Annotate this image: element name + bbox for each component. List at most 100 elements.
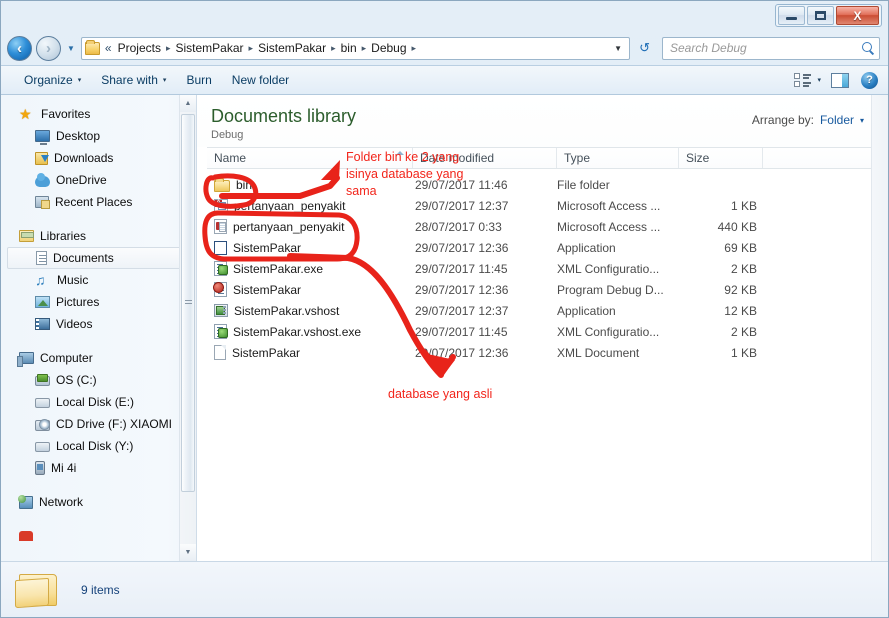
close-button[interactable]: X xyxy=(836,6,879,25)
address-dropdown-icon[interactable]: ▼ xyxy=(609,44,627,53)
sidebar-group-network[interactable]: Network xyxy=(1,491,196,513)
breadcrumb-separator-icon[interactable]: ▸ xyxy=(247,43,256,54)
sidebar-item-recent-places[interactable]: Recent Places xyxy=(1,191,196,213)
file-size-cell: 2 KB xyxy=(730,324,757,339)
refresh-icon[interactable]: ↺ xyxy=(634,40,655,56)
file-name-label: SistemPakar.vshost.exe xyxy=(233,324,362,339)
address-bar-row: ‹ › ▼ « Projects ▸ SistemPakar ▸ SistemP… xyxy=(1,31,888,65)
explorer-window: X ‹ › ▼ « Projects ▸ SistemPakar ▸ Siste… xyxy=(0,0,889,618)
minimize-button[interactable] xyxy=(778,6,805,25)
access-db-icon xyxy=(214,219,227,234)
sidebar-item-local-disk-e[interactable]: Local Disk (E:) xyxy=(1,391,196,413)
breadcrumb-overflow-icon[interactable]: « xyxy=(104,41,115,55)
chevron-down-icon: ▼ xyxy=(67,43,75,53)
sidebar-item-desktop[interactable]: Desktop xyxy=(1,125,196,147)
file-rows: bin 29/07/2017 11:46 File folder pertanyaan… xyxy=(197,169,878,561)
sidebar-item-cd-drive-f-xiaomi[interactable]: CD Drive (F:) XIAOMI xyxy=(1,413,196,435)
breadcrumb-debug[interactable]: Debug xyxy=(368,40,409,56)
sidebar-item-mi-4i[interactable]: Mi 4i xyxy=(1,457,196,479)
item-count-label: 9 items xyxy=(81,582,120,597)
sidebar-item-onedrive[interactable]: OneDrive xyxy=(1,169,196,191)
file-name-cell: pertanyaan_penyakit xyxy=(197,219,413,234)
arrange-by-value[interactable]: Folder xyxy=(820,113,854,127)
breadcrumb-separator-icon[interactable]: ▸ xyxy=(329,43,338,54)
sidebar-item-os-c[interactable]: OS (C:) xyxy=(1,369,196,391)
breadcrumb-projects[interactable]: Projects xyxy=(115,40,164,56)
sidebar-item-clipped[interactable] xyxy=(1,525,196,547)
change-view-icon[interactable] xyxy=(794,72,812,88)
phone-icon xyxy=(35,461,45,475)
breadcrumb-separator-icon[interactable]: ▸ xyxy=(164,43,173,54)
downloads-icon xyxy=(35,151,49,165)
table-row[interactable]: bin 29/07/2017 11:46 File folder xyxy=(197,174,878,195)
sidebar-item-music[interactable]: ♫ Music xyxy=(1,269,196,291)
search-input[interactable]: Search Debug xyxy=(662,36,880,60)
file-name-cell: pertanyaan_penyakit xyxy=(197,199,413,213)
maximize-button[interactable] xyxy=(807,6,834,25)
organize-button[interactable]: Organize ▾ xyxy=(15,69,90,91)
sidebar-item-pictures[interactable]: Pictures xyxy=(1,291,196,313)
scroll-up-arrow-icon[interactable]: ▲ xyxy=(180,95,196,112)
sidebar-item-label: OS (C:) xyxy=(56,373,97,387)
preview-pane-icon[interactable] xyxy=(831,72,849,88)
column-header-type[interactable]: Type xyxy=(557,148,679,168)
navpane-scrollbar[interactable]: ▲ ▼ xyxy=(179,95,196,561)
breadcrumb-bin[interactable]: bin xyxy=(338,40,360,56)
sidebar-item-videos[interactable]: Videos xyxy=(1,313,196,335)
new-folder-button[interactable]: New folder xyxy=(223,69,298,91)
file-size-cell: 1 KB xyxy=(730,345,757,360)
navpane-scroll-thumb[interactable] xyxy=(181,114,195,492)
table-row[interactable]: SistemPakar 29/07/2017 12:36 XML Document 1… xyxy=(197,342,878,363)
back-button[interactable]: ‹ xyxy=(7,35,32,61)
recent-pages-button[interactable]: ▼ xyxy=(65,44,77,53)
file-type-cell: Application xyxy=(557,303,616,318)
table-row[interactable]: pertanyaan_penyakit 28/07/2017 0:33 Micros… xyxy=(197,216,878,237)
burn-button[interactable]: Burn xyxy=(177,69,220,91)
chevron-down-icon[interactable]: ▾ xyxy=(860,116,864,125)
table-row[interactable]: SistemPakar.exe 29/07/2017 11:45 XML Confi… xyxy=(197,258,878,279)
folder-icon xyxy=(15,570,63,610)
table-row[interactable]: pertanyaan_penyakit 29/07/2017 12:37 Micro… xyxy=(197,195,878,216)
folder-icon xyxy=(84,39,100,55)
sidebar-group-computer[interactable]: Computer xyxy=(1,347,196,369)
breadcrumb-separator-icon[interactable]: ▸ xyxy=(360,43,369,54)
clipped-item-icon xyxy=(19,531,33,541)
table-row[interactable]: SistemPakar 29/07/2017 12:36 Application 69… xyxy=(197,237,878,258)
column-header-size[interactable]: Size xyxy=(679,148,763,168)
network-icon xyxy=(18,494,33,509)
help-icon[interactable]: ? xyxy=(861,71,878,89)
scroll-down-arrow-icon[interactable]: ▼ xyxy=(180,544,196,561)
organize-label: Organize xyxy=(24,73,73,87)
address-breadcrumb-bar[interactable]: « Projects ▸ SistemPakar ▸ SistemPakar ▸… xyxy=(80,36,631,60)
table-row[interactable]: SistemPakar.vshost.exe 29/07/2017 11:45 XM… xyxy=(197,321,878,342)
column-header-date-modified[interactable]: Date modified xyxy=(413,148,557,168)
sidebar-item-label: Pictures xyxy=(56,295,100,309)
sidebar-item-documents[interactable]: Documents xyxy=(7,247,190,269)
file-list-scrollbar[interactable] xyxy=(871,95,888,561)
breadcrumb-separator-icon[interactable]: ▸ xyxy=(410,43,419,54)
sidebar-item-downloads[interactable]: Downloads xyxy=(1,147,196,169)
breadcrumb-sistempakar-2[interactable]: SistemPakar xyxy=(255,40,329,56)
table-row[interactable]: SistemPakar 29/07/2017 12:36 Program Debug… xyxy=(197,279,878,300)
column-header-type-label: Type xyxy=(564,151,591,165)
file-size-cell: 1 KB xyxy=(730,198,757,213)
sidebar-item-label: Documents xyxy=(53,251,114,265)
sidebar-group-label: Network xyxy=(39,495,84,509)
forward-button[interactable]: › xyxy=(36,35,61,61)
scroll-grip-icon xyxy=(184,300,192,306)
file-date-cell: 29/07/2017 12:36 xyxy=(415,345,509,360)
change-view-dropdown-button[interactable]: ▾ xyxy=(813,72,829,88)
share-with-button[interactable]: Share with ▾ xyxy=(92,69,175,91)
sidebar-item-local-disk-y[interactable]: Local Disk (Y:) xyxy=(1,435,196,457)
harddisk-icon xyxy=(35,374,50,386)
breadcrumb-sistempakar-1[interactable]: SistemPakar xyxy=(173,40,247,56)
library-header: Documents library Debug Arrange by: Fold… xyxy=(197,95,888,147)
column-header-name[interactable]: Name xyxy=(207,148,413,168)
table-row[interactable]: SistemPakar.vshost 29/07/2017 12:37 Applic… xyxy=(197,300,878,321)
sidebar-group-favorites[interactable]: ★ Favorites xyxy=(1,103,196,125)
file-type-cell: Microsoft Access ... xyxy=(557,219,661,234)
xml-config-icon xyxy=(214,261,228,276)
sidebar-group-libraries[interactable]: Libraries xyxy=(1,225,196,247)
file-type-cell: Program Debug D... xyxy=(557,282,664,297)
title-bar: X xyxy=(1,1,888,31)
